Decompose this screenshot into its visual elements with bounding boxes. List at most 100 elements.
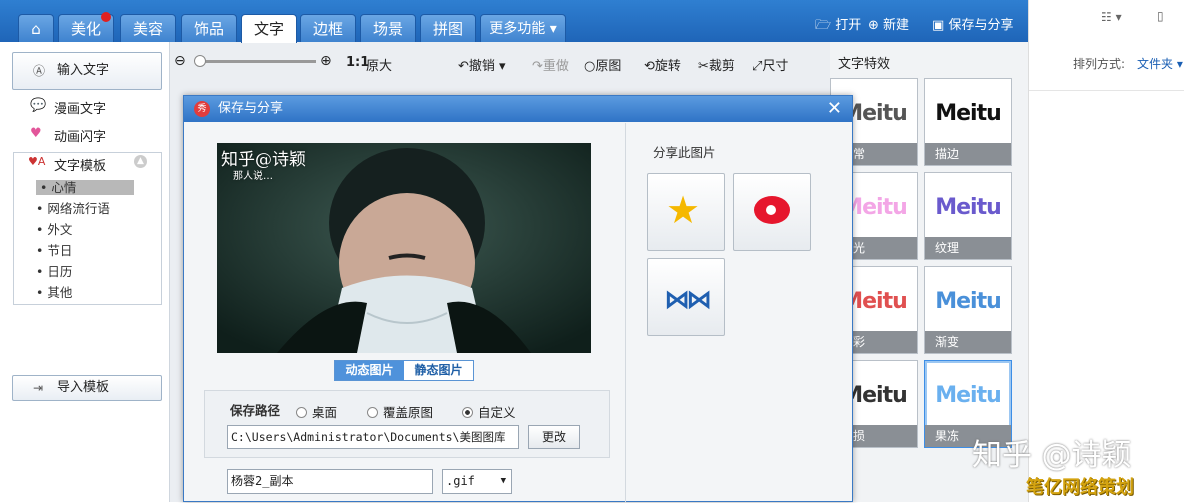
template-label: 文字模板: [54, 159, 107, 174]
effect-item[interactable]: Meitu 描边: [924, 78, 1012, 166]
category-item[interactable]: • 网络流行语: [36, 201, 110, 216]
radio-circle-checked: [462, 407, 473, 418]
rotate-button[interactable]: ⟲旋转: [644, 55, 681, 74]
save-path-label: 保存路径: [230, 403, 281, 418]
zoom-in-icon[interactable]: ⊕: [320, 53, 332, 69]
category-label: 外文: [47, 222, 73, 237]
redo-icon: ↷: [532, 59, 543, 74]
portrait-illustration: [217, 143, 591, 353]
zhihu-watermark: 知乎 @诗颖: [972, 438, 1132, 473]
save-share-dialog: 秀 保存与分享 ✕ 知乎@诗颖 那人说… 动态图片 静态图片 分享此图片 ★ ⋈…: [183, 95, 853, 503]
plus-icon: ⊕: [868, 18, 879, 33]
size-label: 尺寸: [762, 59, 789, 74]
change-path-button[interactable]: 更改: [528, 425, 580, 449]
undo-label: 撤销: [468, 59, 495, 74]
preview-image: 知乎@诗颖 那人说…: [217, 143, 591, 353]
crop-label: 裁剪: [708, 59, 735, 74]
radio-custom[interactable]: 自定义: [462, 402, 516, 421]
new-label: 新建: [883, 18, 910, 33]
view-icon[interactable]: ☷ ▾: [1101, 10, 1122, 24]
import-template-button[interactable]: ⇥ 导入模板: [12, 375, 162, 401]
category-label: 网络流行语: [47, 201, 110, 216]
undo-button[interactable]: ↶撤销 ▾: [458, 55, 506, 74]
effect-preview: Meitu: [935, 195, 1002, 220]
category-item[interactable]: • 心情: [36, 180, 134, 195]
radio-overwrite[interactable]: 覆盖原图: [367, 402, 433, 421]
save-path-input[interactable]: C:\Users\Administrator\Documents\美图图库: [227, 425, 519, 449]
radio-desktop[interactable]: 桌面: [296, 402, 337, 421]
save-share-label: 保存与分享: [948, 18, 1014, 33]
zoom-slider[interactable]: [194, 55, 316, 67]
open-button[interactable]: 🗁 打开: [815, 16, 861, 36]
original-button[interactable]: ○原图: [584, 55, 621, 74]
redo-button[interactable]: ↷重做: [532, 55, 569, 74]
share-title: 分享此图片: [653, 145, 716, 160]
zoom-out-icon[interactable]: ⊖: [174, 53, 186, 69]
redo-label: 重做: [542, 59, 569, 74]
explorer-panel: ☷ ▾ ▯ 排列方式: 文件夹 ▾: [1028, 0, 1184, 502]
weibo-eye: [766, 205, 776, 215]
size-button[interactable]: ⤢尺寸: [752, 55, 788, 74]
new-button[interactable]: ⊕ 新建: [868, 16, 909, 36]
comic-text-item[interactable]: 💬 漫画文字: [30, 98, 107, 117]
dialog-title: 保存与分享: [218, 101, 284, 116]
category-item[interactable]: • 日历: [36, 264, 72, 279]
open-label: 打开: [835, 18, 862, 33]
input-text-button[interactable]: Ⓐ 输入文字: [12, 52, 162, 90]
radio-circle: [367, 407, 378, 418]
effect-preview: Meitu: [935, 289, 1002, 314]
format-select[interactable]: .gif ▼: [442, 469, 512, 494]
comic-text-label: 漫画文字: [54, 102, 107, 117]
original-size-button[interactable]: 原大: [366, 55, 392, 74]
circle-icon: ○: [584, 59, 596, 74]
category-item[interactable]: • 外文: [36, 222, 72, 237]
template-icon: ♥A: [28, 155, 46, 168]
collapse-icon[interactable]: ▲: [134, 155, 147, 168]
weibo-share-button[interactable]: [733, 173, 811, 251]
crop-button[interactable]: ✂裁剪: [698, 55, 735, 74]
tab-text[interactable]: 文字: [241, 14, 297, 43]
zoom-slider-handle[interactable]: [194, 55, 206, 67]
category-label: 其他: [47, 285, 73, 300]
effect-label: 描边: [925, 143, 1011, 165]
divider: [625, 123, 626, 503]
tab-static[interactable]: 静态图片: [404, 361, 473, 380]
site-watermark: 笔亿网络策划: [1026, 477, 1134, 498]
renren-share-button[interactable]: ⋈⋈: [647, 258, 725, 336]
pane-icon[interactable]: ▯: [1157, 9, 1164, 23]
speech-bubble-icon: 💬: [30, 98, 47, 113]
radio-circle: [296, 407, 307, 418]
effects-title: 文字特效: [838, 57, 891, 72]
qzone-share-button[interactable]: ★: [647, 173, 725, 251]
title-bar: ⌂ 美化 美容 饰品 文字 边框 场景 拼图 更多功能 ▾ 🗁 打开 ⊕ 新建 …: [0, 0, 1028, 43]
scissors-icon: ✂: [698, 59, 709, 74]
original-label: 原图: [595, 59, 622, 74]
format-value: .gif: [446, 474, 475, 488]
tab-more[interactable]: 更多功能 ▾: [480, 14, 566, 42]
tab-beauty[interactable]: 美容: [120, 14, 176, 42]
undo-icon: ↶: [458, 59, 469, 74]
photo-caption: 那人说…: [233, 171, 273, 182]
tab-home[interactable]: ⌂: [18, 14, 54, 42]
category-label: 心情: [51, 180, 77, 195]
close-icon[interactable]: ✕: [827, 96, 842, 122]
renren-icon: ⋈⋈: [664, 285, 712, 315]
tab-border[interactable]: 边框: [300, 14, 356, 42]
tab-scene[interactable]: 场景: [360, 14, 416, 42]
heart-icon: ♥: [30, 126, 42, 141]
tab-collage[interactable]: 拼图: [420, 14, 476, 42]
filename-input[interactable]: 杨蓉2_副本: [227, 469, 433, 494]
flash-text-item[interactable]: ♥ 动画闪字: [30, 126, 107, 145]
effect-item[interactable]: Meitu 渐变: [924, 266, 1012, 354]
save-share-button[interactable]: ▣ 保存与分享: [932, 16, 1013, 36]
tab-beautify[interactable]: 美化: [58, 12, 114, 42]
flash-text-label: 动画闪字: [54, 130, 107, 145]
sort-label: 排列方式:: [1073, 57, 1126, 71]
save-icon: ▣: [932, 18, 945, 33]
tab-accessories[interactable]: 饰品: [181, 14, 237, 42]
category-item[interactable]: • 节日: [36, 243, 72, 258]
effect-item[interactable]: Meitu 纹理: [924, 172, 1012, 260]
category-item[interactable]: • 其他: [36, 285, 72, 300]
sort-dropdown[interactable]: 文件夹 ▾: [1137, 55, 1183, 72]
tab-animated[interactable]: 动态图片: [335, 361, 404, 380]
